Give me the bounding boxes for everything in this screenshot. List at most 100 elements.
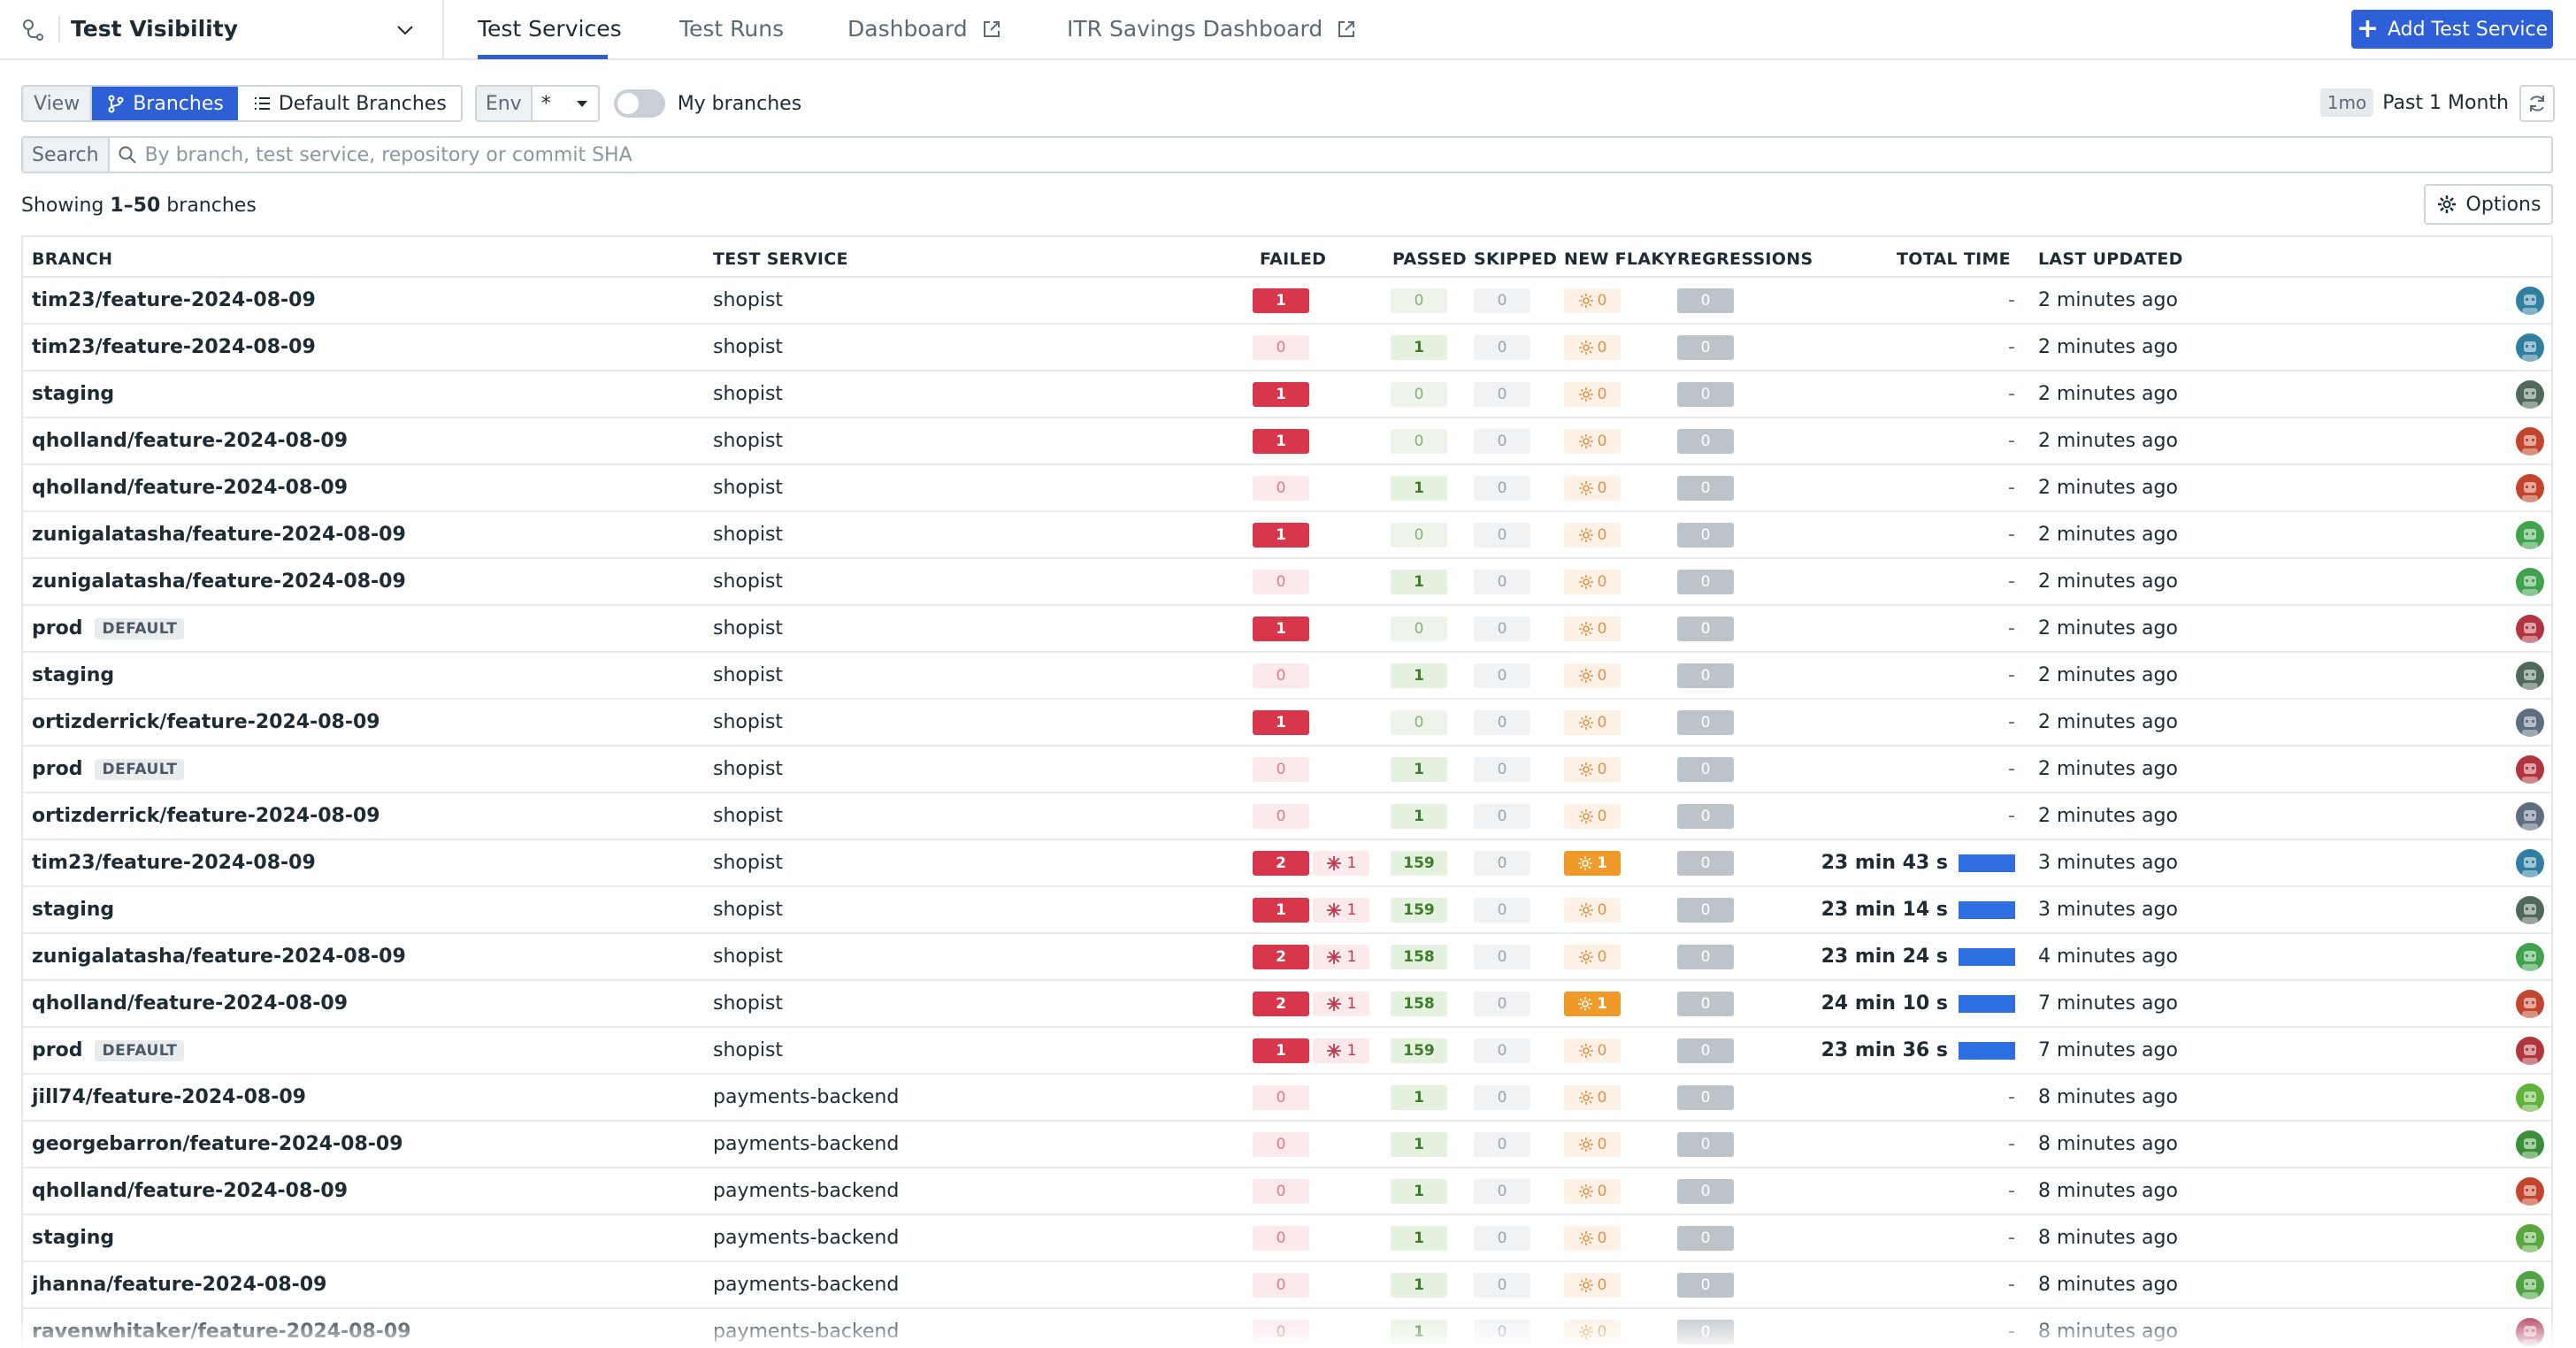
new-flaky-badge[interactable]: 0 bbox=[1564, 944, 1621, 969]
test-service-cell[interactable]: payments-backend bbox=[713, 1168, 899, 1214]
test-service-cell[interactable]: shopist bbox=[713, 840, 783, 885]
branch-name[interactable]: staging bbox=[32, 1227, 114, 1249]
table-row[interactable]: qholland/feature-2024-08-09 shopist 2 1 158 0… bbox=[23, 981, 2551, 1028]
passed-badge[interactable]: 1 bbox=[1391, 1178, 1447, 1204]
test-service-cell[interactable]: payments-backend bbox=[713, 1075, 899, 1120]
avatar[interactable] bbox=[2516, 662, 2544, 690]
new-flaky-badge[interactable]: 0 bbox=[1564, 1084, 1621, 1110]
test-service-cell[interactable]: shopist bbox=[713, 371, 783, 417]
passed-badge[interactable]: 1 bbox=[1391, 569, 1447, 594]
avatar[interactable] bbox=[2516, 755, 2544, 784]
column-header-passed[interactable]: PASSED bbox=[1392, 249, 1467, 269]
table-row[interactable]: qholland/feature-2024-08-09 shopist 0 1 0 0 0-… bbox=[23, 465, 2551, 512]
failed-badge[interactable]: 0 bbox=[1253, 475, 1309, 501]
skipped-badge[interactable]: 0 bbox=[1474, 709, 1530, 735]
passed-badge[interactable]: 1 bbox=[1391, 803, 1447, 829]
passed-badge[interactable]: 1 bbox=[1391, 475, 1447, 501]
flaky-badge[interactable]: 1 bbox=[1313, 897, 1369, 923]
branch-name[interactable]: tim23/feature-2024-08-09 bbox=[32, 336, 316, 358]
skipped-badge[interactable]: 0 bbox=[1474, 1038, 1530, 1063]
branch-name[interactable]: prod bbox=[32, 617, 82, 640]
new-flaky-badge[interactable]: 0 bbox=[1564, 475, 1621, 501]
tab-dashboard[interactable]: Dashboard bbox=[847, 16, 1003, 42]
failed-badge[interactable]: 2 bbox=[1253, 944, 1309, 969]
flaky-badge[interactable]: 1 bbox=[1313, 991, 1369, 1016]
skipped-badge[interactable]: 0 bbox=[1474, 1131, 1530, 1157]
test-service-cell[interactable]: shopist bbox=[713, 700, 783, 745]
passed-badge[interactable]: 1 bbox=[1391, 1319, 1447, 1344]
avatar[interactable] bbox=[2516, 1037, 2544, 1065]
passed-badge[interactable]: 159 bbox=[1391, 1038, 1447, 1063]
skipped-badge[interactable]: 0 bbox=[1474, 897, 1530, 923]
passed-badge[interactable]: 0 bbox=[1391, 381, 1447, 407]
new-flaky-badge[interactable]: 1 bbox=[1564, 991, 1621, 1016]
passed-badge[interactable]: 1 bbox=[1391, 1084, 1447, 1110]
passed-badge[interactable]: 1 bbox=[1391, 1272, 1447, 1298]
options-button[interactable]: Options bbox=[2424, 184, 2553, 225]
branch-name[interactable]: qholland/feature-2024-08-09 bbox=[32, 477, 348, 499]
passed-badge[interactable]: 158 bbox=[1391, 944, 1447, 969]
time-range-selector[interactable]: 1mo Past 1 Month bbox=[2319, 88, 2509, 117]
table-row[interactable]: ravenwhitaker/feature-2024-08-09 payments… bbox=[23, 1309, 2551, 1348]
passed-badge[interactable]: 1 bbox=[1391, 1225, 1447, 1251]
skipped-badge[interactable]: 0 bbox=[1474, 569, 1530, 594]
skipped-badge[interactable]: 0 bbox=[1474, 1225, 1530, 1251]
failed-badge[interactable]: 1 bbox=[1253, 616, 1309, 641]
new-flaky-badge[interactable]: 0 bbox=[1564, 709, 1621, 735]
skipped-badge[interactable]: 0 bbox=[1474, 756, 1530, 782]
flaky-badge[interactable]: 1 bbox=[1313, 1038, 1369, 1063]
skipped-badge[interactable]: 0 bbox=[1474, 850, 1530, 876]
failed-badge[interactable]: 1 bbox=[1253, 287, 1309, 313]
branch-name[interactable]: zunigalatasha/feature-2024-08-09 bbox=[32, 524, 406, 546]
skipped-badge[interactable]: 0 bbox=[1474, 381, 1530, 407]
new-flaky-badge[interactable]: 0 bbox=[1564, 428, 1621, 454]
failed-badge[interactable]: 0 bbox=[1253, 569, 1309, 594]
failed-badge[interactable]: 0 bbox=[1253, 1084, 1309, 1110]
column-header-test-service[interactable]: TEST SERVICE bbox=[713, 249, 848, 269]
branch-name[interactable]: qholland/feature-2024-08-09 bbox=[32, 430, 348, 452]
skipped-badge[interactable]: 0 bbox=[1474, 334, 1530, 360]
table-row[interactable]: ortizderrick/feature-2024-08-09 shopist 0 1… bbox=[23, 793, 2551, 840]
failed-badge[interactable]: 1 bbox=[1253, 522, 1309, 548]
test-service-cell[interactable]: payments-backend bbox=[713, 1122, 899, 1167]
avatar[interactable] bbox=[2516, 1130, 2544, 1159]
test-service-cell[interactable]: shopist bbox=[713, 606, 783, 651]
passed-badge[interactable]: 0 bbox=[1391, 616, 1447, 641]
test-service-cell[interactable]: shopist bbox=[713, 278, 783, 323]
table-row[interactable]: jill74/feature-2024-08-09 payments-backen… bbox=[23, 1075, 2551, 1122]
table-row[interactable]: qholland/feature-2024-08-09 shopist 1 0 0 0 0-… bbox=[23, 418, 2551, 465]
test-service-cell[interactable]: shopist bbox=[713, 418, 783, 463]
failed-badge[interactable]: 0 bbox=[1253, 1319, 1309, 1344]
branch-name[interactable]: georgebarron/feature-2024-08-09 bbox=[32, 1133, 403, 1155]
test-service-cell[interactable]: shopist bbox=[713, 653, 783, 698]
branch-name[interactable]: zunigalatasha/feature-2024-08-09 bbox=[32, 946, 406, 968]
new-flaky-badge[interactable]: 0 bbox=[1564, 1225, 1621, 1251]
avatar[interactable] bbox=[2516, 849, 2544, 877]
new-flaky-badge[interactable]: 0 bbox=[1564, 522, 1621, 548]
new-flaky-badge[interactable]: 0 bbox=[1564, 616, 1621, 641]
branch-name[interactable]: jill74/feature-2024-08-09 bbox=[32, 1086, 306, 1108]
env-dropdown[interactable]: * bbox=[533, 87, 598, 120]
search-input[interactable] bbox=[144, 138, 2551, 172]
avatar[interactable] bbox=[2516, 1318, 2544, 1346]
skipped-badge[interactable]: 0 bbox=[1474, 1272, 1530, 1298]
skipped-badge[interactable]: 0 bbox=[1474, 663, 1530, 688]
passed-badge[interactable]: 1 bbox=[1391, 663, 1447, 688]
avatar[interactable] bbox=[2516, 427, 2544, 456]
branch-name[interactable]: staging bbox=[32, 899, 114, 921]
branch-name[interactable]: zunigalatasha/feature-2024-08-09 bbox=[32, 571, 406, 593]
table-row[interactable]: ortizderrick/feature-2024-08-09 shopist 1 0… bbox=[23, 700, 2551, 747]
skipped-badge[interactable]: 0 bbox=[1474, 803, 1530, 829]
passed-badge[interactable]: 0 bbox=[1391, 287, 1447, 313]
failed-badge[interactable]: 1 bbox=[1253, 709, 1309, 735]
avatar[interactable] bbox=[2516, 708, 2544, 737]
column-header-skipped[interactable]: SKIPPED bbox=[1474, 249, 1557, 269]
column-header-branch[interactable]: BRANCH bbox=[32, 249, 112, 269]
avatar[interactable] bbox=[2516, 615, 2544, 643]
failed-badge[interactable]: 0 bbox=[1253, 756, 1309, 782]
avatar[interactable] bbox=[2516, 943, 2544, 971]
passed-badge[interactable]: 0 bbox=[1391, 428, 1447, 454]
failed-badge[interactable]: 1 bbox=[1253, 381, 1309, 407]
avatar[interactable] bbox=[2516, 333, 2544, 362]
avatar[interactable] bbox=[2516, 1271, 2544, 1299]
